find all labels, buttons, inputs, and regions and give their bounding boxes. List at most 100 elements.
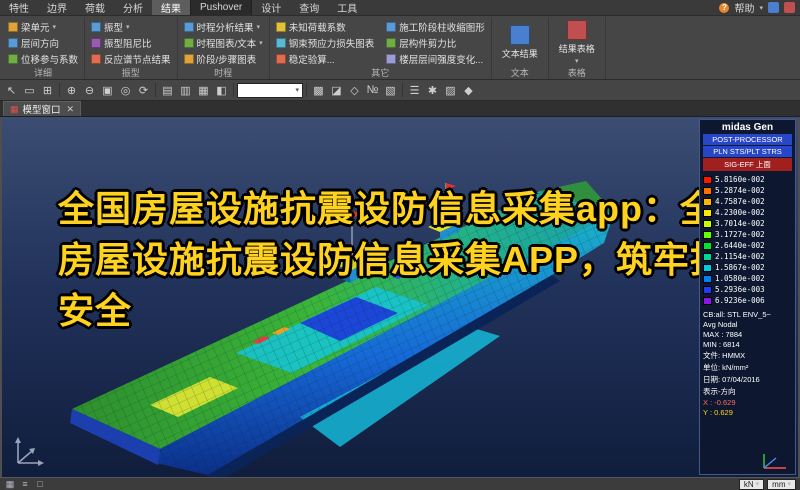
ribbon-item[interactable]: 时程分析结果▾ <box>182 19 265 34</box>
legend-entry: 1.5867e-002 <box>703 262 792 273</box>
node-number-icon[interactable]: № <box>364 82 381 99</box>
ribbon-button[interactable]: 文本结果 <box>496 25 544 60</box>
legend-value: 4.7587e-002 <box>715 197 765 206</box>
ribbon-item[interactable]: 楼层层间强度变化... <box>384 51 487 66</box>
ribbon-item[interactable]: 反应谱节点结果 <box>89 51 173 66</box>
menu-tab-list: 特性边界荷载分析结果Pushover设计查询工具 <box>0 0 366 15</box>
legend-entry: 4.2300e-002 <box>703 207 792 218</box>
menu-tab[interactable]: 查询 <box>290 0 328 15</box>
legend-entry: 1.0580e-002 <box>703 273 792 284</box>
midas-gen-window: 特性边界荷载分析结果Pushover设计查询工具 ? 帮助 ▾ 梁单元▾层间方向… <box>0 0 800 490</box>
menu-tab[interactable]: 特性 <box>0 0 38 15</box>
postprocessor-legend-panel: midas Gen POST-PROCESSOR PLN STS/PLT STR… <box>699 119 796 475</box>
view-side-icon[interactable]: ▥ <box>177 82 194 99</box>
model-viewport[interactable]: 全国房屋设施抗震设防信息采集app：全国房屋设施抗震设防信息采集APP，筑牢抗震… <box>0 117 800 477</box>
legend-color-swatch <box>703 187 712 195</box>
chevron-down-icon: ▾ <box>53 23 57 31</box>
help-menu[interactable]: 帮助 <box>734 0 754 15</box>
toolbar-separator <box>155 83 156 97</box>
close-icon[interactable]: ✕ <box>67 104 75 115</box>
chevron-down-icon: ▾ <box>787 480 791 488</box>
zoom-out-icon[interactable]: ⊖ <box>81 82 98 99</box>
window-icon-blue[interactable] <box>768 2 779 13</box>
ribbon-item-icon <box>184 38 194 48</box>
toolbar-separator <box>233 83 234 97</box>
ribbon-item[interactable]: 时程图表/文本▾ <box>182 35 265 50</box>
ribbon-item-label: 层构件剪力比 <box>399 36 456 50</box>
tab-model-window[interactable]: ▦ 模型窗口 ✕ <box>3 101 81 116</box>
select-window-icon[interactable]: ▭ <box>21 82 38 99</box>
legend-entry: 4.7587e-002 <box>703 196 792 207</box>
ribbon-item-label: 振型 <box>104 20 123 34</box>
legend-info-line: 单位: kN/mm² <box>703 362 792 373</box>
toolbar-separator <box>306 83 307 97</box>
message-window-icon[interactable]: ≡ <box>19 479 31 490</box>
grid-toggle-icon[interactable]: □ <box>34 479 46 490</box>
legend-value: 1.0580e-002 <box>715 274 765 283</box>
ribbon-item-label: 振型阻尼比 <box>104 36 152 50</box>
render-options-icon[interactable]: ✱ <box>424 82 441 99</box>
pan-icon[interactable]: ◎ <box>117 82 134 99</box>
contour-toggle-icon[interactable]: ▨ <box>442 82 459 99</box>
legend-entry: 5.2874e-002 <box>703 185 792 196</box>
ribbon-item[interactable]: 梁单元▾ <box>6 19 80 34</box>
select-plane-icon[interactable]: ⊞ <box>39 82 56 99</box>
menu-tab[interactable]: 设计 <box>252 0 290 15</box>
model-info-icon[interactable]: ▦ <box>4 479 16 490</box>
ribbon-group-label: 表格 <box>553 66 601 79</box>
ribbon-item[interactable]: 阶段/步骤图表 <box>182 51 265 66</box>
menu-tab[interactable]: 结果 <box>152 0 190 15</box>
ribbon-item[interactable]: 振型阻尼比 <box>89 35 173 50</box>
ribbon-item[interactable]: 层间方向 <box>6 35 80 50</box>
overlay-watermark-text: 全国房屋设施抗震设防信息采集app：全国房屋设施抗震设防信息采集APP，筑牢抗震… <box>58 183 776 336</box>
view-top-icon[interactable]: ▦ <box>195 82 212 99</box>
help-icon[interactable]: ? <box>719 3 729 13</box>
zoom-fit-icon[interactable]: ▣ <box>99 82 116 99</box>
menu-tab[interactable]: 分析 <box>114 0 152 15</box>
select-icon[interactable]: ↖ <box>3 82 20 99</box>
legend-toggle-icon[interactable]: ◆ <box>460 82 477 99</box>
unit-value: mm <box>772 480 785 489</box>
hidden-surface-icon[interactable]: ▩ <box>310 82 327 99</box>
view-preset-combo[interactable]: ▾ <box>237 83 303 98</box>
shade-mode-icon[interactable]: ◪ <box>328 82 345 99</box>
titlebar-right: ? 帮助 ▾ <box>719 0 800 15</box>
menu-tab[interactable]: 工具 <box>328 0 366 15</box>
toolbar-separator <box>59 83 60 97</box>
ribbon-item[interactable]: 振型▾ <box>89 19 173 34</box>
unit-force-select[interactable]: kN▾ <box>739 479 764 490</box>
view-toolbar: ↖▭⊞ ⊕⊖▣◎⟳ ▤▥▦◧ ▾ ▩◪◇№▧ ☰✱▨◆ <box>0 80 800 101</box>
wireframe-icon[interactable]: ◇ <box>346 82 363 99</box>
legend-color-swatch <box>703 209 712 217</box>
ribbon-item[interactable]: 钢束预应力损失图表 <box>274 35 377 50</box>
chevron-down-icon: ▾ <box>126 23 130 31</box>
ribbon-item[interactable]: 稳定验算... <box>274 51 377 66</box>
legend-info-line: 文件: HMMX <box>703 350 792 361</box>
status-bar: ▦≡□ kN▾mm▾ <box>0 477 800 490</box>
ribbon-item[interactable]: 位移参与系数 <box>6 51 80 66</box>
legend-value: 1.5867e-002 <box>715 263 765 272</box>
ribbon-item-icon <box>8 38 18 48</box>
ribbon-item-label: 时程分析结果 <box>197 20 254 34</box>
menu-tab[interactable]: 荷载 <box>76 0 114 15</box>
ribbon-item[interactable]: 未知荷载系数 <box>274 19 377 34</box>
zoom-in-icon[interactable]: ⊕ <box>63 82 80 99</box>
ribbon-button[interactable]: 结果表格▾ <box>553 20 601 65</box>
ribbon-item[interactable]: 施工阶段柱收缩图形 <box>384 19 487 34</box>
rotate-icon[interactable]: ⟳ <box>135 82 152 99</box>
ribbon-item[interactable]: 层构件剪力比 <box>384 35 487 50</box>
view-front-icon[interactable]: ▤ <box>159 82 176 99</box>
ribbon-group: 时程分析结果▾时程图表/文本▾阶段/步骤图表时程 <box>178 17 270 79</box>
unit-length-select[interactable]: mm▾ <box>767 479 796 490</box>
window-icon-red[interactable] <box>784 2 795 13</box>
toolbar-separator <box>402 83 403 97</box>
menu-tab[interactable]: Pushover <box>190 0 252 15</box>
menu-tab[interactable]: 边界 <box>38 0 76 15</box>
display-options-icon[interactable]: ☰ <box>406 82 423 99</box>
view-iso-icon[interactable]: ◧ <box>213 82 230 99</box>
ribbon-group-label: 振型 <box>89 66 173 79</box>
ribbon-group-body: 文本结果 <box>496 17 544 66</box>
legend-value: 4.2300e-002 <box>715 208 765 217</box>
ribbon-item-label: 反应谱节点结果 <box>104 52 171 66</box>
element-number-icon[interactable]: ▧ <box>382 82 399 99</box>
